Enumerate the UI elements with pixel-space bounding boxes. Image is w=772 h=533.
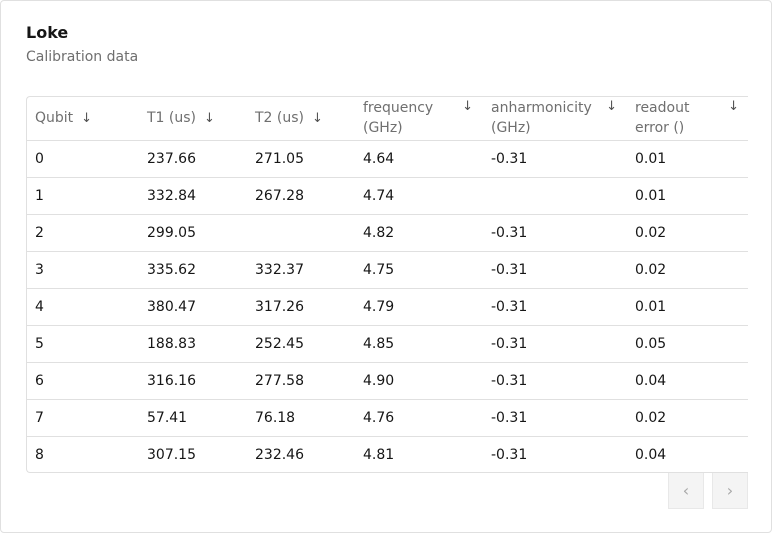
table-cell: 252.45: [247, 325, 355, 363]
column-label: readout error (): [635, 100, 690, 137]
table-cell: 0.04: [635, 446, 667, 463]
column-header-t2[interactable]: T2 (us) ↓: [247, 97, 355, 141]
table-cell: 299.05: [139, 214, 247, 252]
column-header-qubit[interactable]: Qubit ↓: [27, 97, 139, 141]
calibration-table: Qubit ↓ T1 (us) ↓ T2 (us) ↓ frequency (G…: [27, 97, 748, 472]
table-cell: -0.31: [483, 214, 627, 252]
table-cell: 0: [27, 140, 139, 178]
table-row: 2 299.05 4.82 -0.31 0.02: [27, 214, 748, 252]
column-header-readout-error[interactable]: readout error () ↓: [627, 97, 748, 141]
calibration-table-container[interactable]: Qubit ↓ T1 (us) ↓ T2 (us) ↓ frequency (G…: [26, 96, 748, 473]
table-cell: 0.02: [627, 214, 748, 252]
arrow-down-icon: ↓: [606, 99, 617, 114]
chevron-right-icon: ›: [726, 481, 734, 500]
table-cell: -0.31: [483, 362, 627, 400]
table-row: 7 57.41 76.18 4.76 -0.31 0.02: [27, 399, 748, 437]
table-row: 1 332.84 267.28 4.74 0.01: [27, 177, 748, 215]
column-label: T2 (us): [255, 110, 304, 127]
arrow-down-icon: ↓: [728, 99, 739, 114]
table-row: 6 316.16 277.58 4.90 -0.31 0.04: [27, 362, 748, 400]
table-cell: 4.85: [355, 325, 483, 363]
table-cell: 332.37: [247, 251, 355, 289]
table-cell: 335.62: [139, 251, 247, 289]
table-cell: -0.31: [491, 446, 528, 463]
table-cell: [483, 177, 627, 215]
column-header-anharmonicity[interactable]: anharmonicity (GHz) ↓: [483, 97, 627, 141]
column-header-t1[interactable]: T1 (us) ↓: [139, 97, 247, 141]
table-cell: 0.01: [627, 177, 748, 215]
table-cell: 0.01: [627, 140, 748, 178]
table-cell: 277.58: [247, 362, 355, 400]
table-cell: 4.76: [355, 399, 483, 437]
table-cell: 5: [27, 325, 139, 363]
table-cell: 237.66: [139, 140, 247, 178]
table-cell: 4.82: [355, 214, 483, 252]
table-body: 0 237.66 271.05 4.64 -0.31 0.01 1 332.84 267.28 4…: [27, 140, 748, 472]
table-cell: 332.84: [139, 177, 247, 215]
table-cell: 57.41: [139, 399, 247, 437]
table-cell: 4.75: [355, 251, 483, 289]
table-cell: 6: [27, 362, 139, 400]
table-cell: 0.01: [627, 288, 748, 326]
table-cell: 76.18: [247, 399, 355, 437]
table-cell: 232.46: [255, 446, 304, 463]
table-cell: 1: [27, 177, 139, 215]
table-cell: 2: [27, 214, 139, 252]
table-cell: 307.15: [147, 446, 196, 463]
table-cell: 4.90: [355, 362, 483, 400]
table-cell: 0.02: [627, 251, 748, 289]
table-cell: 4.81: [363, 446, 395, 463]
table-cell: 4.79: [355, 288, 483, 326]
table-cell: -0.31: [483, 288, 627, 326]
table-cell: 271.05: [247, 140, 355, 178]
table-cell: 0.04: [627, 362, 748, 400]
table-cell: -0.31: [483, 325, 627, 363]
table-cell: 7: [27, 399, 139, 437]
table-cell: 380.47: [139, 288, 247, 326]
arrow-down-icon: ↓: [204, 110, 215, 126]
table-cell: 267.28: [247, 177, 355, 215]
table-cell: -0.31: [483, 140, 627, 178]
table-cell: [247, 214, 355, 252]
table-cell: 188.83: [139, 325, 247, 363]
table-row: 4 380.47 317.26 4.79 -0.31 0.01: [27, 288, 748, 326]
column-label: T1 (us): [147, 110, 196, 127]
column-label: Qubit: [35, 110, 74, 127]
table-cell: 8: [35, 446, 44, 463]
table-row: 8 307.15 232.46 4.81 -0.31 0.04: [27, 436, 748, 472]
column-label: frequency (GHz): [363, 100, 434, 137]
table-cell: 316.16: [139, 362, 247, 400]
arrow-down-icon: ↓: [462, 99, 473, 114]
table-cell: 317.26: [247, 288, 355, 326]
table-cell: 4.74: [355, 177, 483, 215]
previous-page-button[interactable]: ‹: [668, 473, 704, 509]
next-page-button[interactable]: ›: [712, 473, 748, 509]
table-row: 3 335.62 332.37 4.75 -0.31 0.02: [27, 251, 748, 289]
calibration-card: Loke Calibration data Qubit ↓ T1 (us) ↓ …: [0, 0, 772, 533]
table-cell: 4: [27, 288, 139, 326]
table-cell: 4.64: [355, 140, 483, 178]
table-cell: 3: [27, 251, 139, 289]
table-cell: 0.02: [627, 399, 748, 437]
table-row: 5 188.83 252.45 4.85 -0.31 0.05: [27, 325, 748, 363]
table-header-row: Qubit ↓ T1 (us) ↓ T2 (us) ↓ frequency (G…: [27, 97, 748, 141]
table-cell: -0.31: [483, 251, 627, 289]
arrow-down-icon: ↓: [312, 110, 323, 126]
chevron-left-icon: ‹: [682, 481, 690, 500]
arrow-down-icon: ↓: [81, 110, 93, 126]
table-cell: -0.31: [483, 399, 627, 437]
column-label: anharmonicity (GHz): [491, 100, 592, 137]
table-row: 0 237.66 271.05 4.64 -0.31 0.01: [27, 140, 748, 178]
card-title: Loke: [26, 23, 69, 42]
card-subtitle: Calibration data: [26, 49, 139, 65]
column-header-frequency[interactable]: frequency (GHz) ↓: [355, 97, 483, 141]
table-cell: 0.05: [627, 325, 748, 363]
